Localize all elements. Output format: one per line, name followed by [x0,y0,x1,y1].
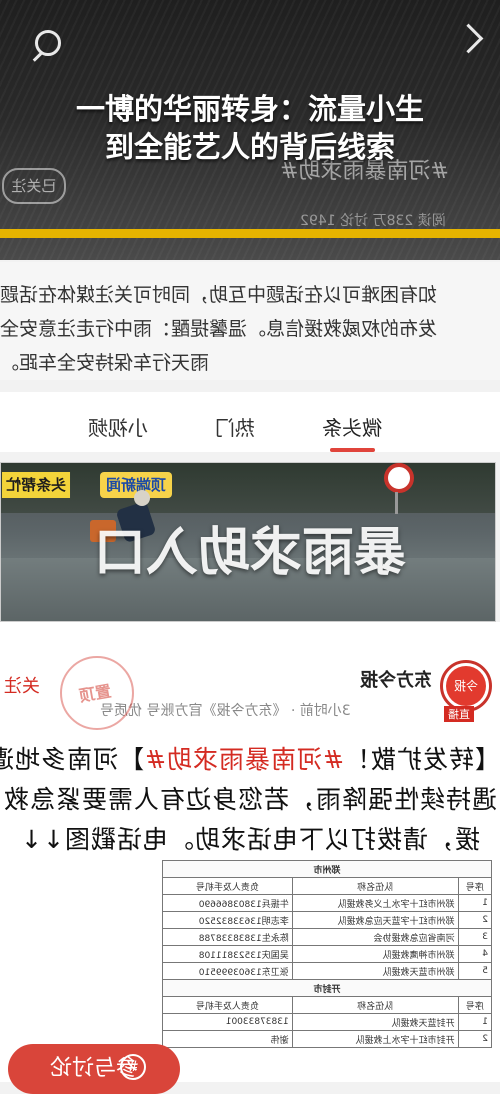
table-header-row: 序号 队伍名称 负责人及手机号 [162,877,492,895]
table-cell: 郑州市神鹰救援队 [292,945,459,963]
table-header: 序号 [458,996,492,1014]
table-cell: 郑州市红十字蓝天应急救援队 [292,911,459,929]
tab-bar: 微头条 热门 小视频 [0,392,500,452]
table-cell: 1 [458,1013,492,1031]
table-header: 序号 [458,877,492,895]
headline-divider [0,229,500,238]
table-row: 1 开封蓝天救援队 13837833001 [162,1013,492,1031]
followed-button-ghost[interactable]: 已关注 [2,168,66,204]
table-cell: 郑州市蓝天救援队 [292,962,459,980]
table-header: 负责人及手机号 [162,877,293,895]
rider-helmet [134,490,150,506]
toutiao-help-logo: 头条帮忙 [2,472,71,498]
table-row: 1 郑州市红十字水上义务救援队 牛振兵13803866690 [162,894,492,912]
headline-line: 一博的华丽转身：流量小生 [75,92,424,126]
post-meta: 3小时前 · 《东方今报》官方账号 优质号 [100,703,351,719]
intro-line: 雨天行车保持安全车距。 [0,352,210,374]
banner-title: 暴雨求助入口 [94,523,407,583]
headline-line: 到全能艺人的背后线索 [104,130,395,164]
topic-stats-ghost: 阅读 238万 讨论 1492 [300,213,446,229]
table-cell: 2 [458,911,492,929]
table-cell: 开封市红十字水上救援队 [292,1030,459,1048]
table-section-title: 开封市 [162,979,492,997]
table-row: 2 开封市红十字水上救援队 谢伟 [162,1030,492,1048]
table-cell: 张卫东13603999510 [162,962,293,980]
table-cell: 郑州市红十字水上义务救援队 [292,894,459,912]
table-cell: 4 [458,945,492,963]
follow-button[interactable]: 关注 [4,672,40,698]
table-header: 负责人及手机号 [162,996,293,1014]
table-header-row: 序号 队伍名称 负责人及手机号 [162,996,492,1014]
table-header: 队伍名称 [292,877,459,895]
tab-short-video[interactable]: 小视频 [88,412,148,441]
table-section-row: 郑州市 [162,860,492,878]
table-row: 2 郑州市红十字蓝天应急救援队 李志明13633832520 [162,911,492,929]
live-badge: 直播 [444,706,474,722]
table-cell: 李志明13633832520 [162,911,293,929]
tab-hot[interactable]: 热门 [215,412,255,441]
avatar-text: 今报 [446,666,486,706]
headline: 一博的华丽转身：流量小生 到全能艺人的背后线索 [0,90,500,166]
intro-line: 发布的权威救援信息。温馨提醒：雨中行走注意安全 [0,318,438,340]
table-cell: 陈永生13838338788 [162,928,293,946]
post-body-line: 遇持续性强降雨，若您身边有人需要紧急救 [3,785,498,814]
intro-card: 如有困难可以在话题中互助，同时可关注媒体在话题 发布的权威救援信息。温馨提醒：雨… [0,262,500,380]
intro-line: 如有困难可以在话题中互助，同时可关注媒体在话题 [0,284,438,306]
table-cell: 谢伟 [162,1030,293,1048]
table-row: 5 郑州市蓝天救援队 张卫东13603999510 [162,962,492,980]
table-cell: 5 [458,962,492,980]
author-name[interactable]: 东方今报 [360,666,432,692]
post-body-line: 【转发扩散！#河南暴雨求助#】河南多地遭 [0,740,500,776]
post-body-line: 援，请拨打以下电话求助。电话戳图↓↓ [20,825,480,854]
active-tab-indicator [330,448,375,452]
table-header: 队伍名称 [292,996,459,1014]
table-row: 3 河南省应急救援协会 陈永生13838338788 [162,928,492,946]
search-icon[interactable] [35,30,61,56]
table-cell: 开封蓝天救援队 [292,1013,459,1031]
table-cell: 牛振兵13803866690 [162,894,293,912]
table-cell: 1 [458,894,492,912]
post-body-suffix: 】河南多地遭 [0,745,145,774]
topic-hashtag-link[interactable]: #河南暴雨求助# [144,745,344,774]
table-row: 4 郑州市神鹰救援队 吴国庆13523811108 [162,945,492,963]
table-cell: 吴国庆13523811108 [162,945,293,963]
hero-header: #河南暴雨求助# 已关注 阅读 238万 讨论 1492 一博的华丽转身：流量小… [0,0,500,260]
post-body-prefix: 【转发扩散！ [343,745,500,774]
road-sign-icon [384,463,414,493]
hashtag-icon: # [120,1054,146,1080]
rescue-contacts-table[interactable]: 郑州市 序号 队伍名称 负责人及手机号 1 郑州市红十字水上义务救援队 牛振兵138… [162,860,492,1048]
table-cell: 河南省应急救援协会 [292,928,459,946]
table-section-title: 郑州市 [162,860,492,878]
table-cell: 2 [458,1030,492,1048]
join-discussion-button[interactable]: 参与讨论 [8,1044,180,1094]
table-cell: 3 [458,928,492,946]
table-cell: 13837833001 [162,1013,293,1031]
table-section-row: 开封市 [162,979,492,997]
tab-weitoutiao[interactable]: 微头条 [322,412,382,441]
